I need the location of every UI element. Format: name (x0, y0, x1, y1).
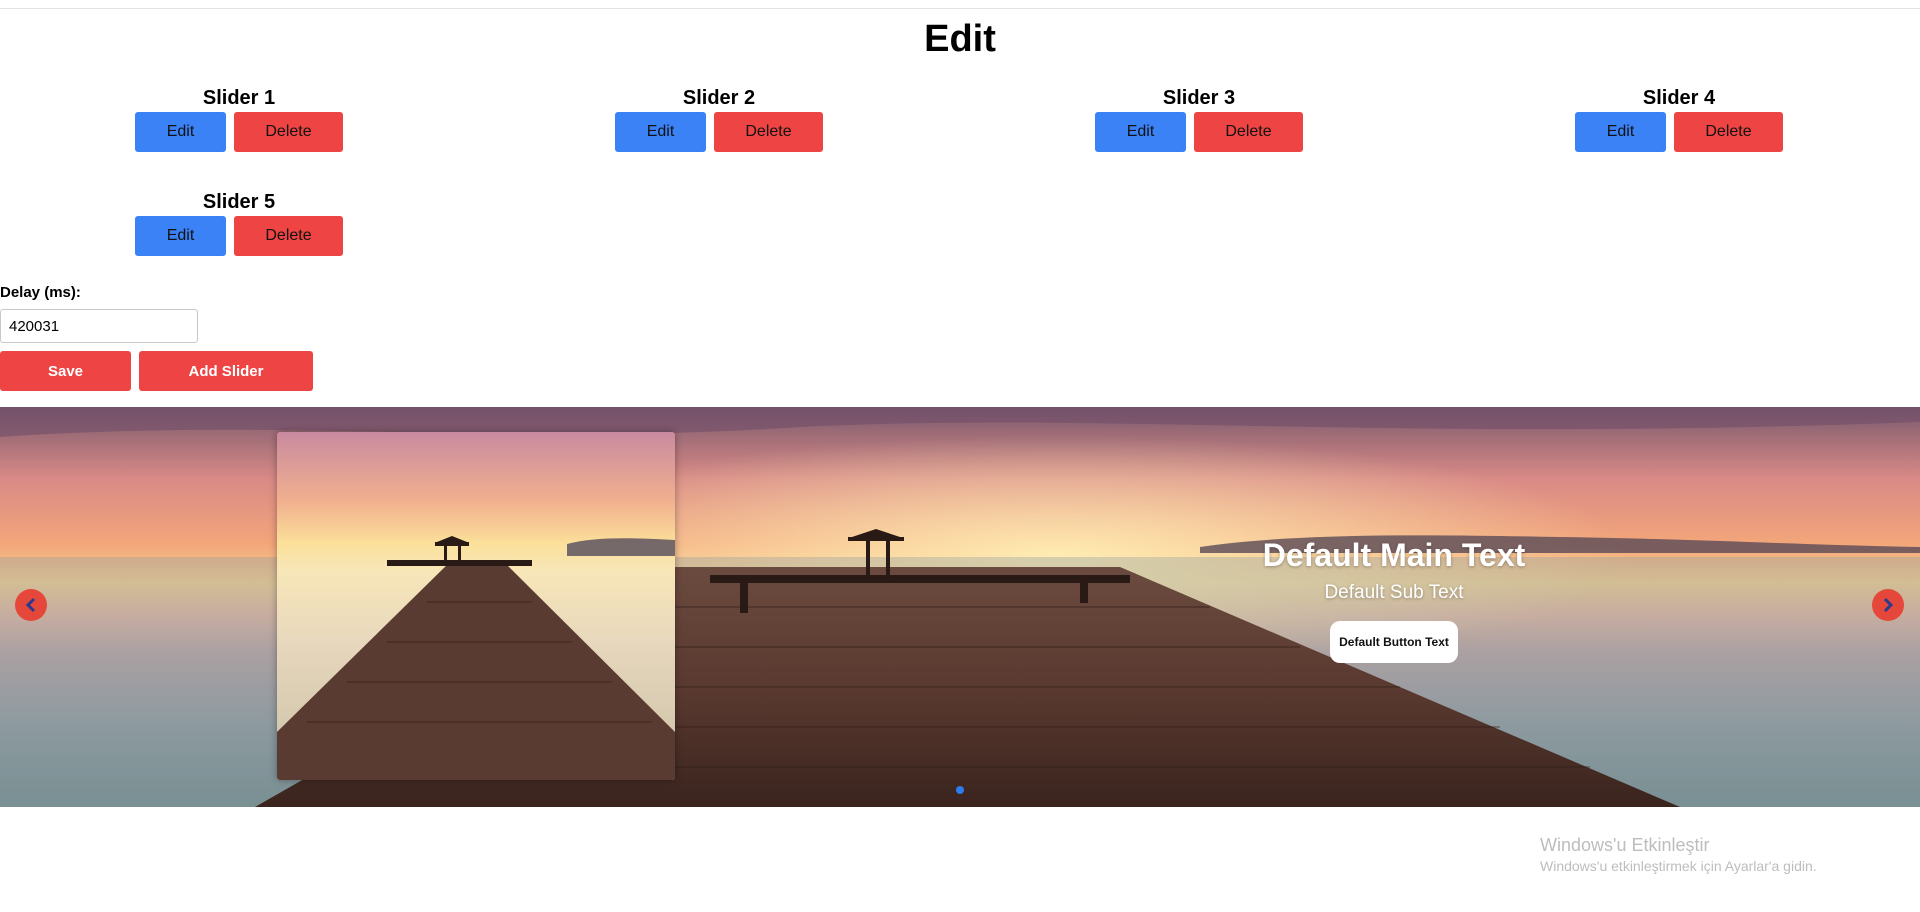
page-title: Edit (924, 18, 996, 60)
slider-name: Slider 5 (202, 191, 276, 213)
save-button[interactable]: Save (0, 351, 131, 391)
edit-slider-button[interactable]: Edit (135, 112, 226, 152)
windows-activation-watermark: Windows'u Etkinleştir Windows'u etkinleş… (1540, 834, 1817, 876)
delete-slider-button[interactable]: Delete (1674, 112, 1783, 152)
carousel-dot-active[interactable] (956, 786, 964, 794)
slider-name: Slider 2 (682, 87, 756, 109)
chevron-right-icon (1883, 597, 1894, 613)
delay-label: Delay (ms): (0, 284, 81, 301)
slide-sub-text: Default Sub Text (1324, 582, 1464, 603)
thumbnail-image (277, 432, 675, 780)
slider-name: Slider 3 (1162, 87, 1236, 109)
edit-slider-button[interactable]: Edit (1095, 112, 1186, 152)
slider-preview: Default Main Text Default Sub Text Defau… (0, 407, 1920, 807)
top-divider (0, 8, 1920, 9)
carousel-prev-button[interactable] (15, 589, 47, 621)
slider-name: Slider 1 (202, 87, 276, 109)
chevron-left-icon (25, 597, 36, 613)
slide-cta-button[interactable]: Default Button Text (1330, 621, 1458, 663)
slider-image-thumbnail (277, 432, 675, 780)
edit-slider-button[interactable]: Edit (1575, 112, 1666, 152)
add-slider-button[interactable]: Add Slider (139, 351, 313, 391)
slide-main-text: Default Main Text (1262, 537, 1526, 573)
slide-caption: Default Main Text Default Sub Text Defau… (1194, 535, 1594, 663)
delete-slider-button[interactable]: Delete (1194, 112, 1303, 152)
slider-card-5: Slider 5 Edit Delete (134, 190, 344, 256)
slider-card-2: Slider 2 Edit Delete (614, 86, 824, 152)
slider-card-4: Slider 4 Edit Delete (1574, 86, 1784, 152)
slider-card-1: Slider 1 Edit Delete (134, 86, 344, 152)
delete-slider-button[interactable]: Delete (234, 112, 343, 152)
slider-name: Slider 4 (1642, 87, 1716, 109)
edit-slider-button[interactable]: Edit (135, 216, 226, 256)
edit-slider-button[interactable]: Edit (615, 112, 706, 152)
watermark-subtitle: Windows'u etkinleştirmek için Ayarlar'a … (1540, 858, 1817, 874)
watermark-title: Windows'u Etkinleştir (1540, 835, 1710, 855)
carousel-dots (0, 786, 1920, 794)
delete-slider-button[interactable]: Delete (714, 112, 823, 152)
delay-input[interactable] (0, 309, 198, 343)
delete-slider-button[interactable]: Delete (234, 216, 343, 256)
carousel-next-button[interactable] (1872, 589, 1904, 621)
slider-card-3: Slider 3 Edit Delete (1094, 86, 1304, 152)
